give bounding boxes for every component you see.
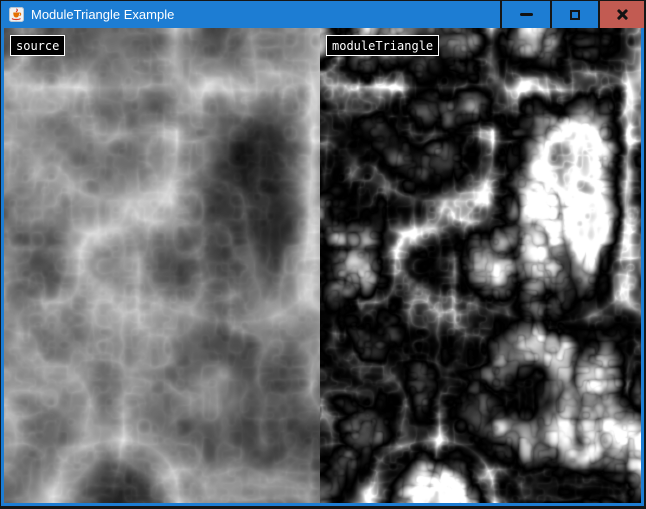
maximize-icon xyxy=(570,10,580,20)
java-coffee-cup-icon xyxy=(9,7,24,22)
source-noise-image xyxy=(4,28,320,503)
close-icon xyxy=(616,8,629,21)
maximize-button[interactable] xyxy=(552,1,598,28)
module-triangle-label: moduleTriangle xyxy=(326,35,439,56)
module-triangle-image xyxy=(320,28,641,503)
module-triangle-panel: moduleTriangle xyxy=(320,28,641,503)
image-row: source moduleTriangle xyxy=(4,28,641,503)
titlebar[interactable]: ModuleTriangle Example xyxy=(1,1,644,28)
minimize-button[interactable] xyxy=(502,1,550,28)
app-window: ModuleTriangle Example source mo xyxy=(0,0,646,509)
minimize-icon xyxy=(520,13,533,16)
source-panel: source xyxy=(4,28,320,503)
content-area: source moduleTriangle xyxy=(1,28,644,506)
window-controls xyxy=(500,1,644,28)
source-label: source xyxy=(10,35,65,56)
close-button[interactable] xyxy=(600,1,644,28)
